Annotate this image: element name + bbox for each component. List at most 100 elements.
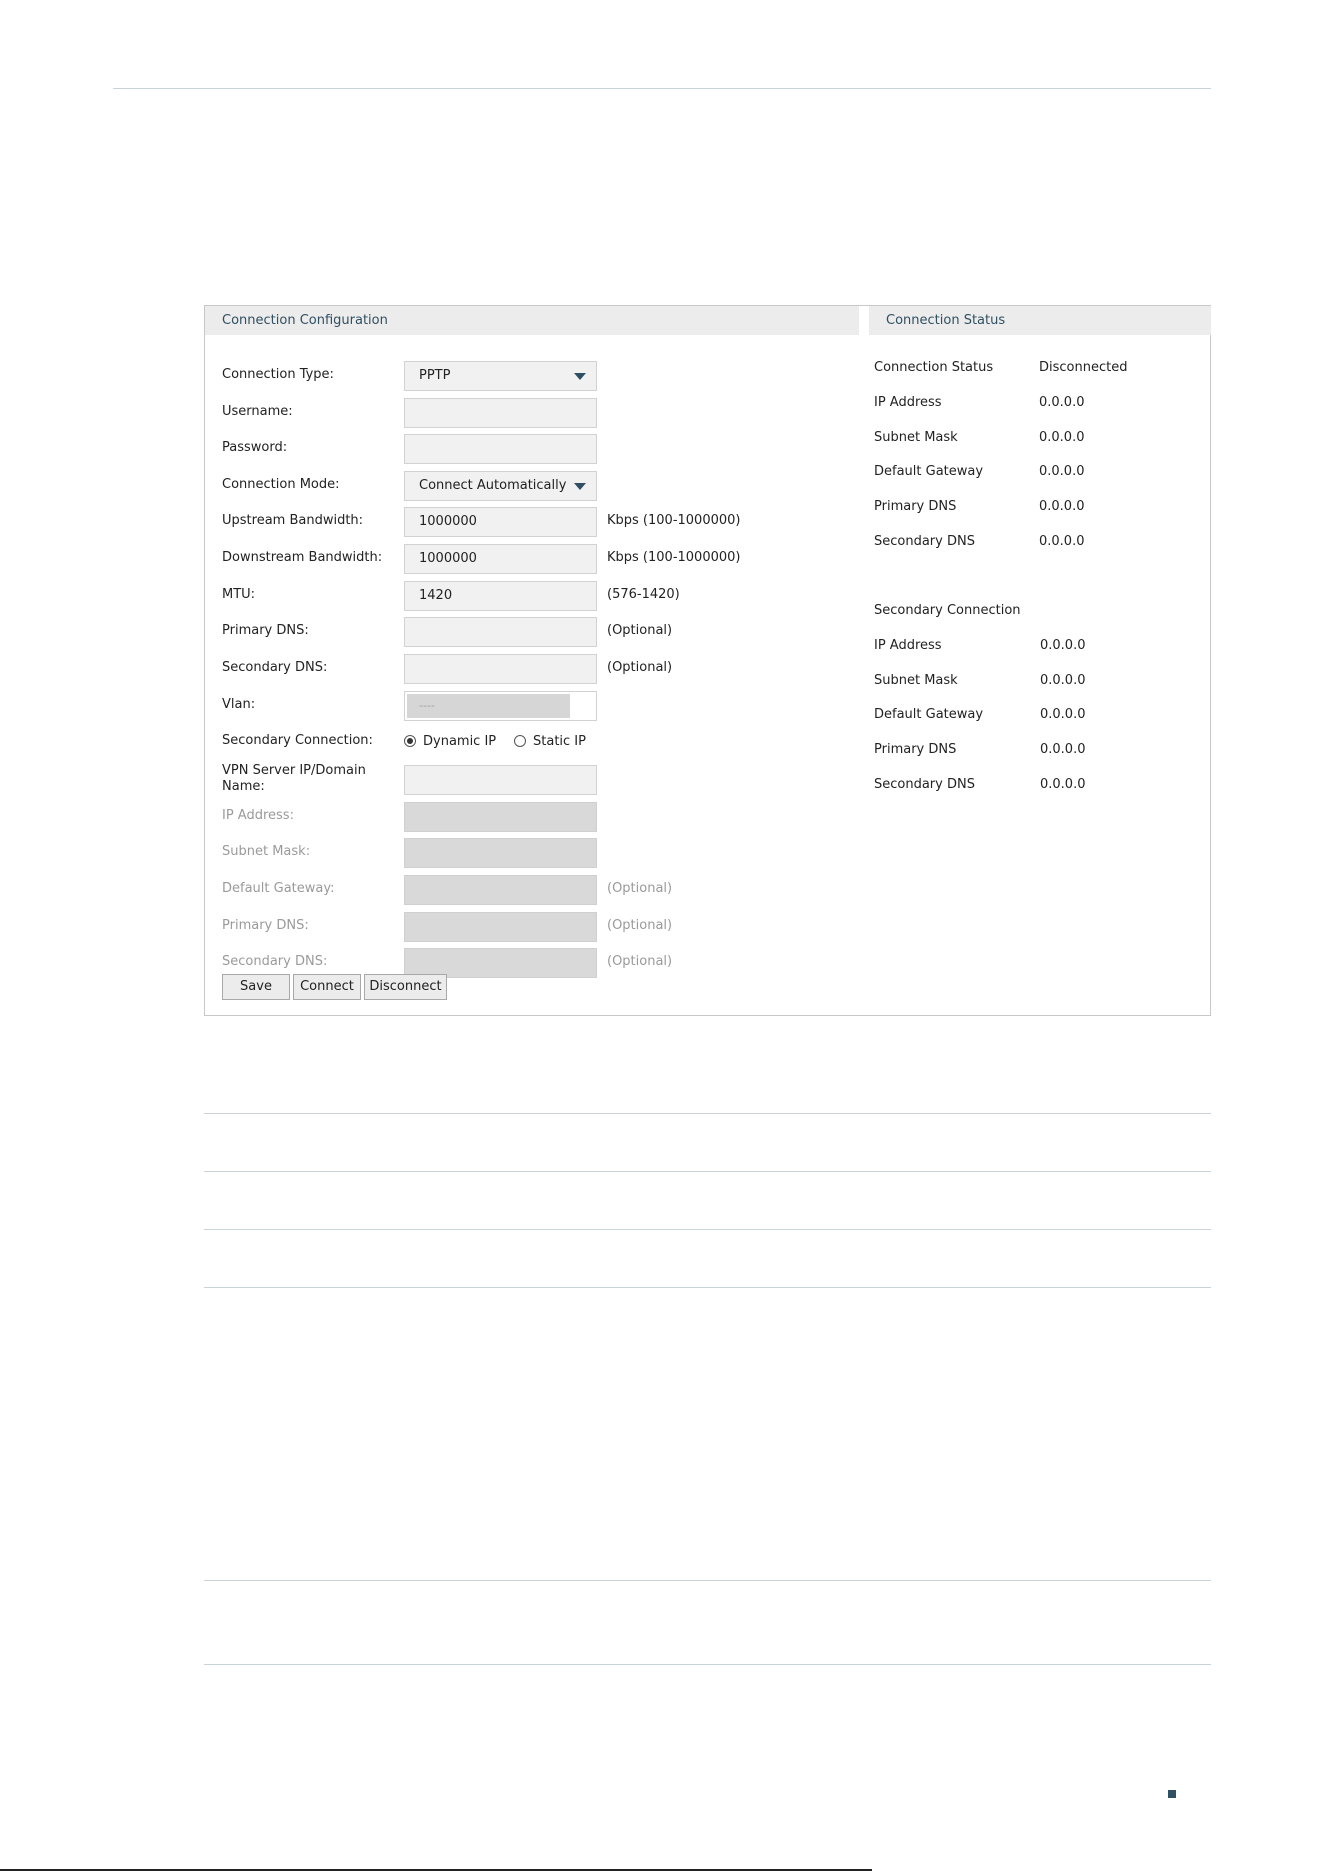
secondary-mask-input [404, 838, 597, 868]
secondary-dns-hint: (Optional) [607, 660, 673, 675]
connection-mode-select[interactable]: Connect Automatically [404, 471, 597, 501]
secondary-gateway-hint: (Optional) [607, 881, 673, 896]
disconnect-button[interactable]: Disconnect [364, 974, 447, 1000]
status-secondary-dns-label: Secondary DNS [874, 534, 975, 549]
secondary-connection-row: Secondary Connection: Dynamic IP Static … [205, 727, 865, 757]
secondary-dns-label: Secondary DNS: [222, 660, 328, 675]
table-divider [204, 1171, 1211, 1172]
save-button[interactable]: Save [222, 974, 290, 1000]
dynamic-ip-radio[interactable]: Dynamic IP [404, 734, 496, 750]
secondary-connection-title: Secondary Connection [874, 603, 1021, 618]
status-secondary-dns-value: 0.0.0.0 [1039, 534, 1085, 549]
secondary-dns-row: Secondary DNS: (Optional) [205, 654, 865, 684]
status-connection-value: Disconnected [1039, 360, 1128, 375]
username-label: Username: [222, 404, 293, 419]
sec-status-mask-label: Subnet Mask [874, 673, 958, 688]
dynamic-ip-label: Dynamic IP [423, 734, 497, 749]
radio-checked-icon [404, 735, 416, 747]
downstream-bandwidth-label: Downstream Bandwidth: [222, 550, 383, 565]
downstream-bandwidth-hint: Kbps (100-1000000) [607, 550, 741, 565]
table-divider [204, 1229, 1211, 1230]
primary-dns-label: Primary DNS: [222, 623, 309, 638]
bottom-rule [0, 1869, 872, 1871]
upstream-bandwidth-input[interactable]: 1000000 [404, 507, 597, 537]
page-marker-icon [1168, 1790, 1176, 1798]
primary-dns-hint: (Optional) [607, 623, 673, 638]
mtu-input[interactable]: 1420 [404, 581, 597, 611]
sec-status-ip-label: IP Address [874, 638, 942, 653]
status-ip-value: 0.0.0.0 [1039, 395, 1085, 410]
chevron-down-icon [574, 483, 586, 490]
secondary-connection-label: Secondary Connection: [222, 733, 373, 748]
secondary-secondary-dns-hint: (Optional) [607, 954, 673, 969]
vpn-server-row: VPN Server IP/Domain Name: [205, 763, 865, 795]
username-input[interactable] [404, 398, 597, 428]
connect-button[interactable]: Connect [293, 974, 361, 1000]
vlan-value: ---- [407, 694, 570, 718]
table-divider [204, 1287, 1211, 1288]
secondary-primary-dns-label: Primary DNS: [222, 918, 309, 933]
sec-status-gateway-label: Default Gateway [874, 707, 984, 722]
password-label: Password: [222, 440, 288, 455]
sec-status-primary-dns-label: Primary DNS [874, 742, 957, 757]
mtu-hint: (576-1420) [607, 587, 680, 602]
status-mask-label: Subnet Mask [874, 430, 958, 445]
table-divider [204, 1664, 1211, 1665]
wan-connection-panel: Connection Configuration Connection Stat… [204, 305, 1211, 1016]
connection-type-label: Connection Type: [222, 367, 334, 382]
status-primary-dns-label: Primary DNS [874, 499, 957, 514]
static-ip-radio[interactable]: Static IP [514, 734, 586, 750]
sec-status-gateway-value: 0.0.0.0 [1040, 707, 1086, 722]
connection-status-header: Connection Status [869, 306, 1211, 335]
secondary-mask-row: Subnet Mask: [205, 838, 865, 868]
connection-mode-label: Connection Mode: [222, 477, 340, 492]
connection-type-value: PPTP [419, 368, 451, 383]
table-divider [204, 1113, 1211, 1114]
status-gateway-value: 0.0.0.0 [1039, 464, 1085, 479]
chevron-down-icon [574, 373, 586, 380]
table-divider [204, 1580, 1211, 1581]
secondary-dns-input[interactable] [404, 654, 597, 684]
secondary-mask-label: Subnet Mask: [222, 844, 311, 859]
sec-status-secondary-dns-value: 0.0.0.0 [1040, 777, 1086, 792]
mtu-row: MTU: 1420 (576-1420) [205, 581, 865, 611]
password-row: Password: [205, 434, 865, 464]
status-connection-label: Connection Status [874, 360, 994, 375]
status-gateway-label: Default Gateway [874, 464, 984, 479]
vlan-row: Vlan: ---- [205, 691, 865, 721]
secondary-ip-row: IP Address: [205, 802, 865, 832]
status-primary-dns-value: 0.0.0.0 [1039, 499, 1085, 514]
secondary-gateway-label: Default Gateway: [222, 881, 335, 896]
password-input[interactable] [404, 434, 597, 464]
sec-status-primary-dns-value: 0.0.0.0 [1040, 742, 1086, 757]
secondary-gateway-row: Default Gateway: (Optional) [205, 875, 865, 905]
connection-type-row: Connection Type: PPTP [205, 361, 865, 391]
radio-unchecked-icon [514, 735, 526, 747]
vpn-server-label: VPN Server IP/Domain Name: [222, 763, 366, 794]
username-row: Username: [205, 398, 865, 428]
secondary-ip-label: IP Address: [222, 808, 294, 823]
status-mask-value: 0.0.0.0 [1039, 430, 1085, 445]
connection-type-select[interactable]: PPTP [404, 361, 597, 391]
connection-mode-value: Connect Automatically [419, 478, 567, 493]
downstream-bandwidth-row: Downstream Bandwidth: 1000000 Kbps (100-… [205, 544, 865, 574]
secondary-primary-dns-hint: (Optional) [607, 918, 673, 933]
downstream-bandwidth-input[interactable]: 1000000 [404, 544, 597, 574]
status-ip-label: IP Address [874, 395, 942, 410]
vlan-label: Vlan: [222, 697, 256, 712]
secondary-primary-dns-row: Primary DNS: (Optional) [205, 912, 865, 942]
sec-status-ip-value: 0.0.0.0 [1040, 638, 1086, 653]
primary-dns-input[interactable] [404, 617, 597, 647]
document-top-rule [113, 88, 1211, 89]
static-ip-label: Static IP [533, 734, 586, 749]
sec-status-mask-value: 0.0.0.0 [1040, 673, 1086, 688]
connection-mode-row: Connection Mode: Connect Automatically [205, 471, 865, 501]
sec-status-secondary-dns-label: Secondary DNS [874, 777, 975, 792]
upstream-bandwidth-hint: Kbps (100-1000000) [607, 513, 741, 528]
secondary-ip-input [404, 802, 597, 832]
vpn-server-input[interactable] [404, 765, 597, 795]
upstream-bandwidth-label: Upstream Bandwidth: [222, 513, 364, 528]
primary-dns-row: Primary DNS: (Optional) [205, 617, 865, 647]
connection-configuration-header: Connection Configuration [205, 306, 859, 335]
upstream-bandwidth-row: Upstream Bandwidth: 1000000 Kbps (100-10… [205, 507, 865, 537]
